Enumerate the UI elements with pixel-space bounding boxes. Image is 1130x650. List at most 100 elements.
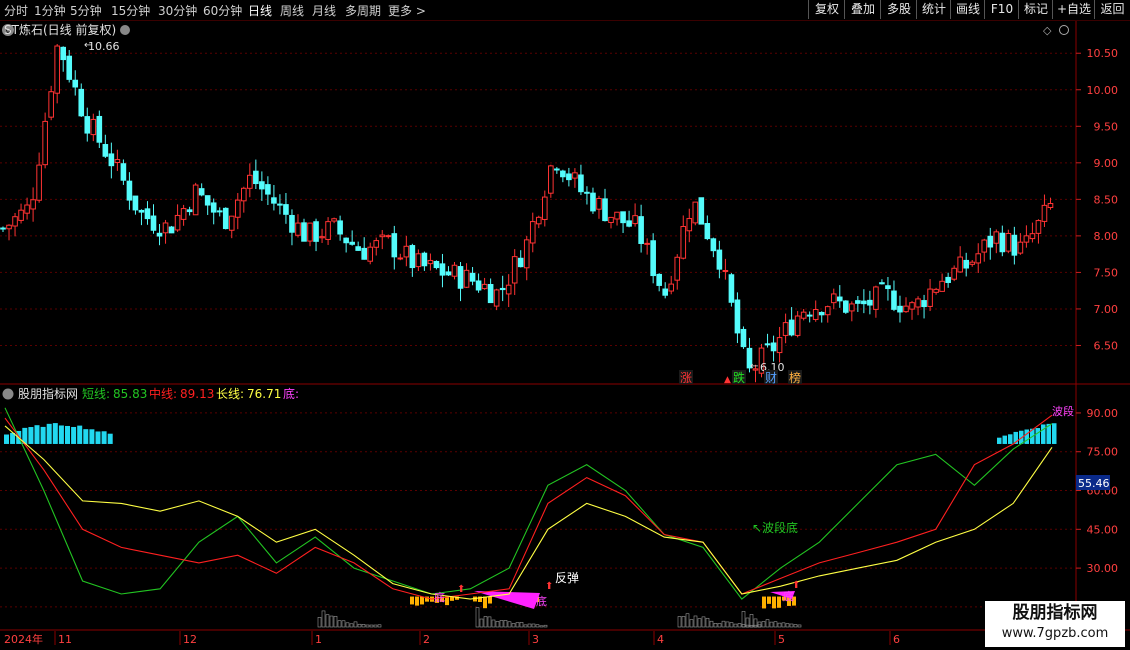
candle-body [836,296,843,302]
candle-body [909,302,915,310]
candle-body [325,221,331,240]
candle-body [963,259,970,269]
bottom-bar [762,596,766,609]
mid-label: 中线: [149,386,177,401]
candle-body [12,216,18,227]
candle-body [830,293,837,304]
title-menu-icon[interactable] [120,25,130,35]
candle-body [824,306,831,316]
candle-body [295,222,301,236]
indicator-tick-label: 30.00 [1087,562,1119,575]
volume-bar [349,623,354,628]
settings-circle-icon[interactable] [1059,25,1069,35]
tag-down[interactable]: 跌 [733,370,745,385]
short-label: 短线: [82,387,110,401]
bottom-bar [777,596,781,608]
volume-bar [357,623,362,628]
candle-body [265,184,271,195]
candle-body [1035,220,1042,234]
candle-body [391,233,398,258]
bottom-label: 底: [283,386,299,401]
candle-body [1023,235,1030,243]
diamond-icon[interactable]: ◇ [1043,24,1052,37]
volume-bar [781,622,786,628]
top-bar [107,433,113,444]
candle-body [644,242,650,245]
stock-chart: v ST炼石(日线 前复权) ◇ 10.5010.009.509.008.508… [0,21,1130,646]
candle-body [927,288,933,307]
candle-body [535,216,542,225]
tag-finance[interactable]: 财 [765,371,777,385]
candle-body [602,198,608,222]
candle-body [289,214,295,233]
candle-body [728,274,735,303]
volume-bar [773,621,778,628]
candle-body [439,263,446,276]
volume-bar [539,625,544,628]
candle-body [397,257,404,260]
volume-bar [725,621,730,628]
volume-bar [757,621,762,628]
bottom-bar [767,596,771,604]
candle-body [210,202,217,213]
candle-body [78,88,85,117]
volume-bar [487,616,492,628]
indicator-collapse-icon[interactable] [2,388,14,400]
price-tick-label: 7.50 [1094,266,1119,279]
x-tick-label: 5 [778,633,785,646]
long-line [4,425,1053,600]
indicator-tick-label: 45.00 [1087,523,1119,536]
up-arrow-icon-2: ⬆ [545,581,553,592]
tag-up[interactable]: 涨 [680,370,692,385]
candle-body [698,197,705,225]
x-tick-label: 6 [893,633,900,646]
candle-body [794,315,801,336]
current-value: 55.46 [1078,477,1110,490]
volume-bar [769,621,774,628]
long-label: 长线: [216,387,244,401]
candle-body [590,192,596,212]
candle-body [24,204,30,214]
candle-body [523,239,530,269]
candle-body [216,210,223,213]
top-bar [83,429,89,444]
candle-body [241,187,247,202]
candle-body [126,180,133,201]
max-price-label: 10.66 [88,40,120,53]
volume-bar [531,623,536,628]
top-bar [4,434,9,444]
candle-body [915,298,921,308]
candle-body [150,215,157,231]
candle-body [36,164,42,201]
volume-bar [333,615,338,628]
price-tick-label: 6.50 [1094,339,1119,352]
candle-body [608,216,614,223]
candle-body [722,269,729,272]
candle-body [271,197,277,204]
candle-body [96,115,103,143]
top-bar [1002,435,1007,444]
indicator-bars [4,423,1057,609]
candle-body [861,300,867,305]
candle-body [1047,203,1054,209]
candle-body [529,221,536,244]
tag-list[interactable]: 榜 [789,370,801,385]
candle-body [493,289,500,307]
candle-body [951,267,957,280]
indicator-tick-label: 90.00 [1087,407,1119,420]
candle-body [433,260,440,269]
candle-body [198,188,205,196]
candle-body [668,283,675,292]
volume-bar [785,623,790,628]
top-bar [40,426,46,444]
candle-body [469,272,476,282]
volume-bar [317,617,322,628]
top-bar [34,425,40,444]
candle-body [66,55,73,80]
candle-body [945,276,951,283]
candle-body [343,237,349,244]
candle-body [114,159,121,164]
candle-body [367,246,374,262]
volume-bar [353,621,358,628]
price-tick-label: 8.00 [1094,230,1119,243]
